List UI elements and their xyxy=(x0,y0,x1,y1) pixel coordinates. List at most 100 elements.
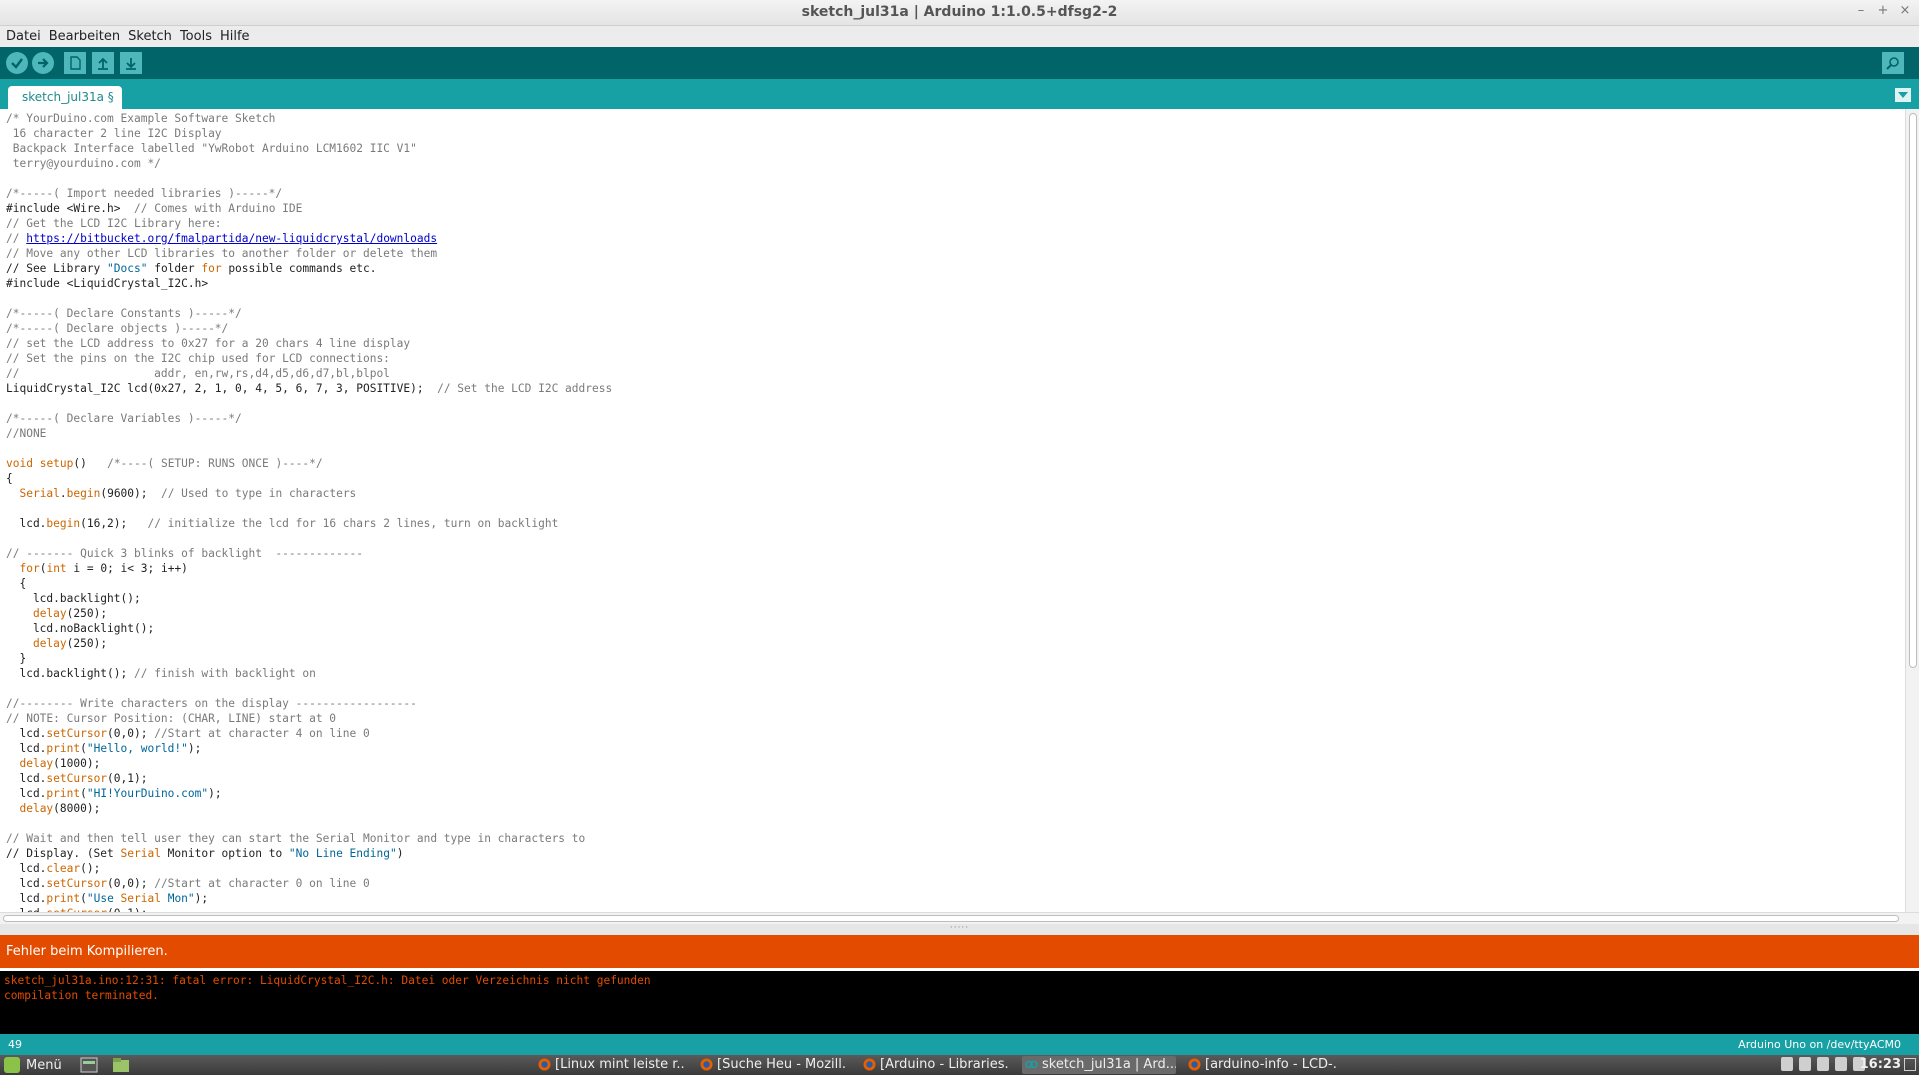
code-line[interactable]: { xyxy=(6,471,612,486)
code-line[interactable]: /*-----( Declare Variables )-----*/ xyxy=(6,411,612,426)
code-line[interactable]: lcd.print("HI!YourDuino.com"); xyxy=(6,786,612,801)
system-tray xyxy=(1781,1057,1865,1071)
code-line[interactable]: { xyxy=(6,576,612,591)
taskbar: Menü [Linux mint leiste r... [Suche Heu … xyxy=(0,1055,1919,1075)
menu-tools[interactable]: Tools xyxy=(176,29,216,44)
save-button[interactable] xyxy=(120,52,142,74)
code-line[interactable]: lcd.backlight(); // finish with backligh… xyxy=(6,666,612,681)
code-line[interactable]: 16 character 2 line I2C Display xyxy=(6,126,612,141)
title-bar: sketch_jul31a | Arduino 1:1.0.5+dfsg2-2 … xyxy=(0,0,1919,26)
network-icon[interactable] xyxy=(1817,1057,1829,1071)
code-line[interactable]: /*-----( Import needed libraries )-----*… xyxy=(6,186,612,201)
code-line[interactable] xyxy=(6,171,612,186)
code-line[interactable]: #include <Wire.h> // Comes with Arduino … xyxy=(6,201,612,216)
code-line[interactable] xyxy=(6,396,612,411)
code-text[interactable]: /* YourDuino.com Example Software Sketch… xyxy=(6,111,612,912)
minimize-button[interactable]: – xyxy=(1853,3,1869,19)
code-line[interactable]: lcd.noBacklight(); xyxy=(6,621,612,636)
vertical-scrollbar[interactable] xyxy=(1905,109,1919,912)
verify-button[interactable] xyxy=(6,52,28,74)
new-button[interactable] xyxy=(64,52,86,74)
code-line[interactable]: // ------- Quick 3 blinks of backlight -… xyxy=(6,546,612,561)
code-line[interactable]: terry@yourduino.com */ xyxy=(6,156,612,171)
terminal-launcher-icon[interactable] xyxy=(80,1057,98,1073)
code-line[interactable]: } xyxy=(6,651,612,666)
code-line[interactable]: lcd.setCursor(0,0); //Start at character… xyxy=(6,726,612,741)
menu-bearbeiten[interactable]: Bearbeiten xyxy=(45,29,124,44)
taskbar-item[interactable]: [arduino-info - LCD-... xyxy=(1185,1056,1337,1074)
code-line[interactable]: delay(8000); xyxy=(6,801,612,816)
code-line[interactable]: LiquidCrystal_I2C lcd(0x27, 2, 1, 0, 4, … xyxy=(6,381,612,396)
taskbar-item[interactable]: [Linux mint leiste r... xyxy=(535,1056,685,1074)
code-line[interactable]: // addr, en,rw,rs,d4,d5,d6,d7,bl,blpol xyxy=(6,366,612,381)
code-line[interactable]: /* YourDuino.com Example Software Sketch xyxy=(6,111,612,126)
code-line[interactable]: // Move any other LCD libraries to anoth… xyxy=(6,246,612,261)
menu-hilfe[interactable]: Hilfe xyxy=(216,29,254,44)
start-menu-button[interactable]: Menü xyxy=(4,1056,62,1074)
serial-monitor-button[interactable] xyxy=(1882,52,1904,74)
vertical-scroll-thumb[interactable] xyxy=(1909,113,1917,668)
keyboard-icon[interactable] xyxy=(1799,1057,1811,1071)
code-line[interactable]: delay(250); xyxy=(6,636,612,651)
code-line[interactable]: // NOTE: Cursor Position: (CHAR, LINE) s… xyxy=(6,711,612,726)
show-desktop-icon[interactable] xyxy=(1904,1058,1916,1071)
code-line[interactable]: lcd.print("Use Serial Mon"); xyxy=(6,891,612,906)
battery-icon[interactable] xyxy=(1835,1057,1847,1071)
menu-datei[interactable]: Datei xyxy=(2,29,45,44)
tab-menu-button[interactable] xyxy=(1895,88,1911,102)
user-icon[interactable] xyxy=(1781,1057,1793,1071)
code-line[interactable]: Backpack Interface labelled "YwRobot Ard… xyxy=(6,141,612,156)
code-line[interactable]: for(int i = 0; i< 3; i++) xyxy=(6,561,612,576)
code-line[interactable]: lcd.setCursor(0,1); xyxy=(6,771,612,786)
code-line[interactable]: #include <LiquidCrystal_I2C.h> xyxy=(6,276,612,291)
code-line[interactable]: // See Library "Docs" folder for possibl… xyxy=(6,261,612,276)
code-line[interactable]: // https://bitbucket.org/fmalpartida/new… xyxy=(6,231,612,246)
code-editor[interactable]: /* YourDuino.com Example Software Sketch… xyxy=(0,109,1919,912)
taskbar-item[interactable]: [Arduino - Libraries... xyxy=(860,1056,1010,1074)
tab-sketch[interactable]: sketch_jul31a § xyxy=(8,86,122,109)
code-line[interactable]: lcd.begin(16,2); // initialize the lcd f… xyxy=(6,516,612,531)
upload-button[interactable] xyxy=(32,52,54,74)
code-line[interactable]: Serial.begin(9600); // Used to type in c… xyxy=(6,486,612,501)
code-line[interactable]: // Get the LCD I2C Library here: xyxy=(6,216,612,231)
code-line[interactable] xyxy=(6,441,612,456)
code-line[interactable]: // set the LCD address to 0x27 for a 20 … xyxy=(6,336,612,351)
code-line[interactable] xyxy=(6,816,612,831)
code-line[interactable]: lcd.clear(); xyxy=(6,861,612,876)
maximize-button[interactable]: + xyxy=(1875,3,1891,19)
open-button[interactable] xyxy=(92,52,114,74)
verify-icon xyxy=(11,58,23,69)
menu-sketch[interactable]: Sketch xyxy=(124,29,176,44)
code-line[interactable]: // Display. (Set Serial Monitor option t… xyxy=(6,846,612,861)
code-line[interactable]: //NONE xyxy=(6,426,612,441)
code-line[interactable]: lcd.backlight(); xyxy=(6,591,612,606)
close-button[interactable]: × xyxy=(1897,3,1913,19)
code-line[interactable]: delay(1000); xyxy=(6,756,612,771)
console-line: sketch_jul31a.ino:12:31: fatal error: Li… xyxy=(4,974,651,987)
code-line[interactable]: //-------- Write characters on the displ… xyxy=(6,696,612,711)
code-line[interactable]: lcd.setCursor(0,0); //Start at character… xyxy=(6,876,612,891)
mint-logo-icon xyxy=(4,1057,20,1073)
code-line[interactable]: /*-----( Declare objects )-----*/ xyxy=(6,321,612,336)
code-line[interactable] xyxy=(6,681,612,696)
code-line[interactable]: void setup() /*----( SETUP: RUNS ONCE )-… xyxy=(6,456,612,471)
taskbar-item-label: [Arduino - Libraries... xyxy=(880,1057,1010,1072)
clock[interactable]: 16:23 xyxy=(1860,1056,1901,1074)
code-line[interactable]: delay(250); xyxy=(6,606,612,621)
menu-bar: Datei Bearbeiten Sketch Tools Hilfe xyxy=(0,26,1919,47)
files-launcher-icon[interactable] xyxy=(112,1057,130,1073)
taskbar-item[interactable]: [Suche Heu - Mozill... xyxy=(697,1056,847,1074)
pane-divider[interactable]: ····· xyxy=(0,924,1919,935)
upload-icon xyxy=(38,58,49,68)
code-line[interactable]: /*-----( Declare Constants )-----*/ xyxy=(6,306,612,321)
board-port: Arduino Uno on /dev/ttyACM0 xyxy=(1738,1038,1901,1051)
code-line[interactable]: // Set the pins on the I2C chip used for… xyxy=(6,351,612,366)
taskbar-item-active[interactable]: sketch_jul31a | Ard... xyxy=(1022,1056,1176,1074)
code-line[interactable]: lcd.print("Hello, world!"); xyxy=(6,741,612,756)
horizontal-scroll-thumb[interactable] xyxy=(3,915,1899,922)
code-line[interactable] xyxy=(6,501,612,516)
chevron-down-icon xyxy=(1898,92,1908,98)
code-line[interactable] xyxy=(6,531,612,546)
code-line[interactable]: // Wait and then tell user they can star… xyxy=(6,831,612,846)
code-line[interactable] xyxy=(6,291,612,306)
